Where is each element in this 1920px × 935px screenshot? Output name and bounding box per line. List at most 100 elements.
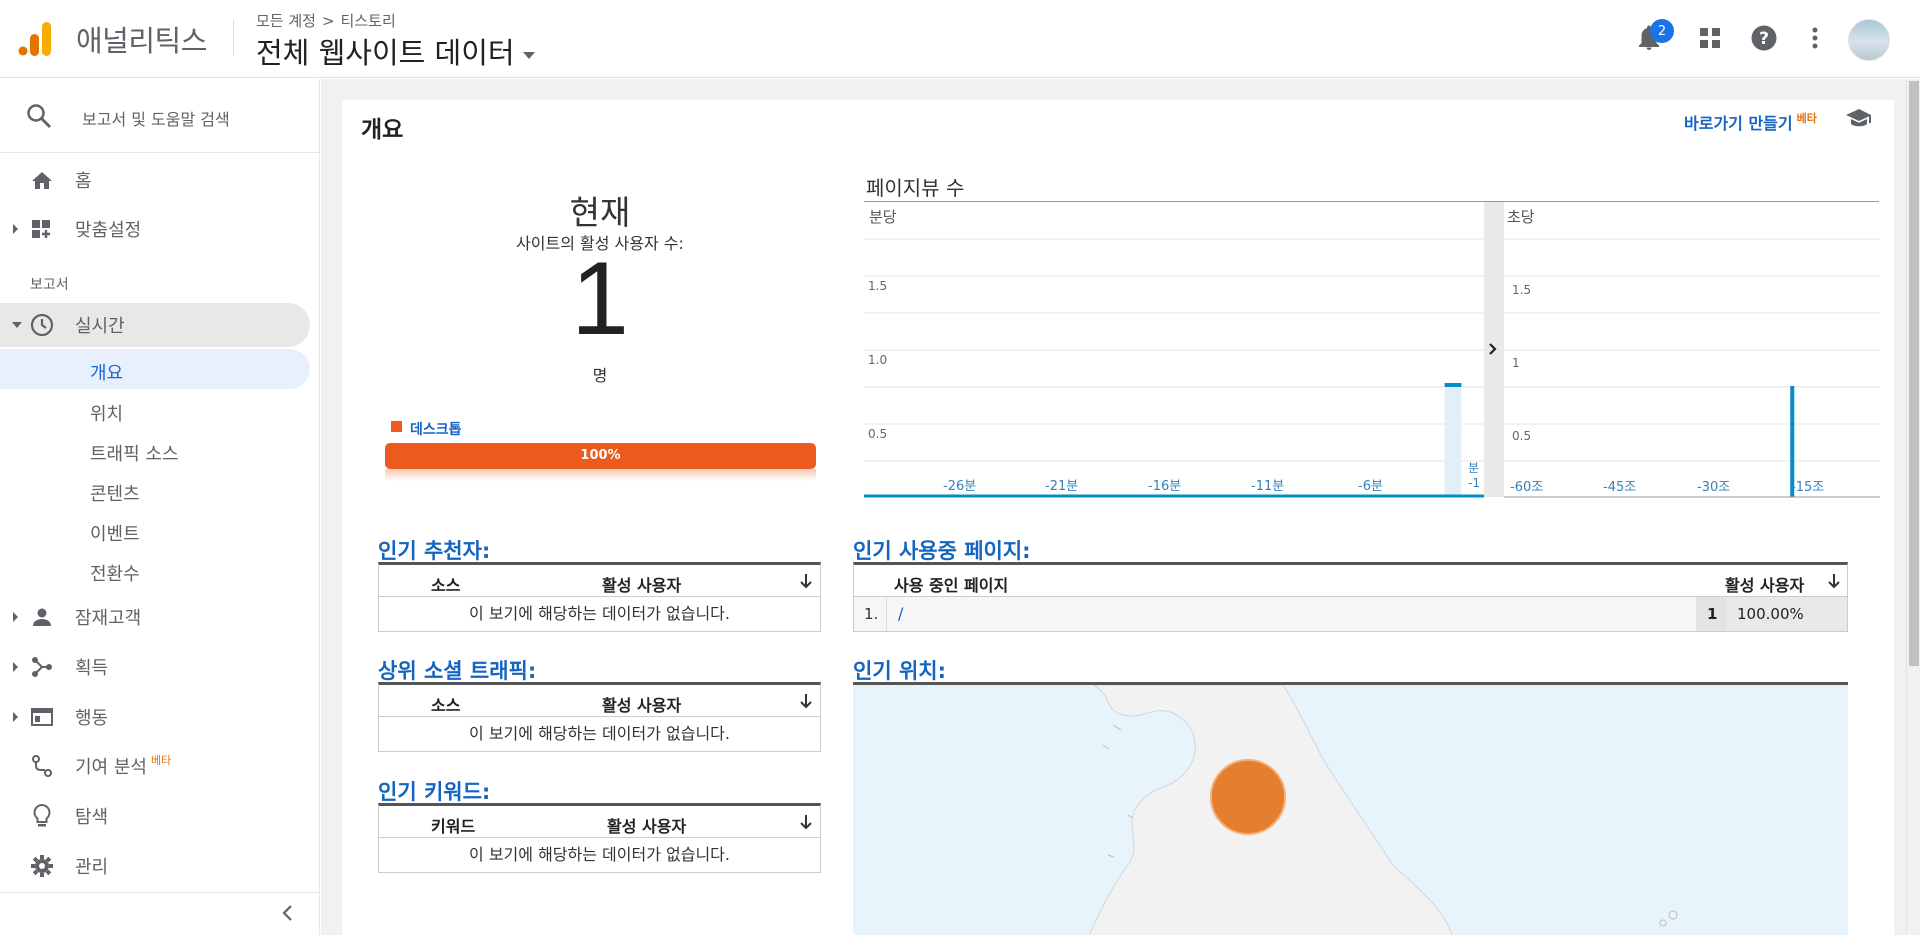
reports-section-label: 보고서 — [30, 277, 69, 293]
minute-xtick-last: -1 — [1468, 476, 1480, 490]
sort-desc-icon[interactable] — [799, 573, 813, 589]
subitem-label: 전환수 — [90, 564, 140, 585]
second-ytick: 1.5 — [1512, 283, 1532, 297]
analytics-logo-icon[interactable] — [18, 20, 52, 58]
top-locations-title: 인기 위치: — [853, 659, 946, 683]
sidebar-subitem-content[interactable]: 콘텐츠 — [0, 470, 310, 510]
column-header-active-users[interactable]: 활성 사용자 — [607, 813, 686, 837]
page-scrollbar[interactable] — [1906, 79, 1920, 935]
desktop-legend-label: 데스크톱 — [410, 422, 462, 438]
sidebar-item-home[interactable]: 홈 — [0, 158, 310, 202]
row-active-users: 1 — [1707, 605, 1718, 623]
keywords-table: 키워드 활성 사용자 이 보기에 해당하는 데이터가 없습니다. — [378, 803, 821, 873]
subitem-label: 콘텐츠 — [90, 484, 140, 505]
sidebar-item-label: 홈 — [75, 171, 92, 192]
top-referrers-title: 인기 추천자: — [378, 539, 491, 563]
column-header-active-users[interactable]: 활성 사용자 — [1725, 572, 1804, 596]
column-header-active-users[interactable]: 활성 사용자 — [602, 692, 681, 716]
active-pages-table: 사용 중인 페이지 활성 사용자 1. / 1 100.00% — [853, 562, 1848, 632]
top-social-title: 상위 소셜 트래픽: — [378, 659, 537, 683]
sidebar-divider — [0, 892, 320, 893]
svg-text:?: ? — [1759, 29, 1769, 49]
location-bubble[interactable] — [1210, 759, 1286, 835]
sidebar-item-audience[interactable]: 잠재고객 — [0, 595, 310, 639]
sidebar-subitem-locations[interactable]: 위치 — [0, 390, 310, 430]
scrollbar-thumb[interactable] — [1909, 81, 1919, 666]
expand-arrow-icon — [13, 662, 18, 672]
home-icon — [30, 168, 54, 192]
account-avatar[interactable] — [1848, 19, 1890, 61]
minute-bar-highlight — [1444, 385, 1462, 496]
row-percent: 100.00% — [1737, 605, 1804, 623]
sort-desc-icon[interactable] — [1827, 573, 1841, 589]
subitem-label: 이벤트 — [90, 524, 140, 545]
per-minute-label: 분당 — [869, 208, 897, 226]
person-icon — [30, 605, 54, 629]
desktop-legend-swatch — [391, 421, 402, 432]
breadcrumb-account: 모든 계정 — [256, 12, 316, 30]
second-xtick: -45조 — [1603, 480, 1637, 495]
sidebar-item-label: 관리 — [75, 857, 109, 878]
more-options-button[interactable] — [1799, 22, 1831, 54]
subitem-label: 개요 — [90, 363, 124, 384]
page-path-link[interactable]: / — [898, 604, 903, 623]
acquisition-icon — [30, 655, 54, 679]
column-header-source[interactable]: 소스 — [431, 692, 460, 716]
table-header: 사용 중인 페이지 활성 사용자 — [854, 565, 1847, 597]
view-selector[interactable]: 전체 웹사이트 데이터 — [256, 30, 535, 72]
column-header-source[interactable]: 소스 — [431, 572, 460, 596]
table-row[interactable]: 1. / 1 100.00% — [854, 597, 1847, 631]
sidebar-subitem-overview[interactable]: 개요 — [0, 349, 310, 389]
active-users-unit: 명 — [592, 366, 608, 385]
sidebar-item-attribution[interactable]: 기여 분석 베타 — [0, 744, 310, 788]
report-search[interactable]: 보고서 및 도움말 검색 — [0, 79, 320, 153]
sidebar-item-realtime[interactable]: 실시간 — [0, 303, 310, 347]
second-ytick: 1 — [1512, 356, 1520, 370]
graduation-cap-icon[interactable] — [1845, 107, 1873, 129]
behavior-window-icon — [30, 705, 54, 729]
brand-name[interactable]: 애널리틱스 — [76, 18, 207, 60]
location-map[interactable] — [853, 682, 1848, 935]
top-keywords-title: 인기 키워드: — [378, 780, 491, 804]
sort-desc-icon[interactable] — [799, 693, 813, 709]
sidebar-item-behavior[interactable]: 행동 — [0, 695, 310, 739]
sidebar-item-label: 실시간 — [75, 316, 125, 337]
pageviews-charts — [864, 202, 1880, 498]
sidebar-item-admin[interactable]: 관리 — [0, 844, 310, 888]
korea-map — [1088, 685, 1678, 935]
clock-icon — [30, 313, 54, 337]
table-header: 소스 활성 사용자 — [379, 685, 820, 717]
create-shortcut-link[interactable]: 바로가기 만들기 베타 — [1684, 110, 1817, 134]
sidebar-subitem-traffic-sources[interactable]: 트래픽 소스 — [0, 430, 310, 470]
search-icon — [27, 104, 51, 128]
column-header-keyword[interactable]: 키워드 — [431, 813, 475, 837]
table-header: 키워드 활성 사용자 — [379, 806, 820, 838]
beta-badge: 베타 — [150, 754, 172, 767]
minute-xtick: -6분 — [1358, 479, 1383, 494]
breadcrumb[interactable]: 모든 계정 > 티스토리 — [256, 10, 396, 31]
attribution-label: 기여 분석 — [75, 757, 147, 778]
empty-message: 이 보기에 해당하는 데이터가 없습니다. — [469, 845, 730, 864]
search-placeholder: 보고서 및 도움말 검색 — [82, 110, 230, 129]
sort-desc-icon[interactable] — [799, 814, 813, 830]
sidebar-subitem-conversions[interactable]: 전환수 — [0, 550, 310, 590]
help-button[interactable]: ? — [1748, 22, 1780, 54]
collapse-arrow-icon — [12, 322, 22, 328]
device-share-bar[interactable]: 100% — [385, 443, 816, 469]
second-xtick: -30조 — [1697, 480, 1731, 495]
sidebar-item-label: 잠재고객 — [75, 608, 142, 629]
apps-button[interactable] — [1694, 22, 1726, 54]
row-divider — [886, 597, 887, 631]
attribution-icon — [30, 754, 54, 778]
sidebar-item-customization[interactable]: 맞춤설정 — [0, 207, 310, 251]
sidebar-item-acquisition[interactable]: 획득 — [0, 645, 310, 689]
minute-xtick: -16분 — [1148, 479, 1182, 494]
column-header-active-page[interactable]: 사용 중인 페이지 — [894, 572, 1008, 596]
chevron-left-icon[interactable] — [280, 904, 294, 922]
minute-xtick: -26분 — [943, 479, 977, 494]
sidebar-item-label: 획득 — [75, 658, 109, 679]
column-header-active-users[interactable]: 활성 사용자 — [602, 572, 681, 596]
sidebar-subitem-events[interactable]: 이벤트 — [0, 510, 310, 550]
sidebar-item-discover[interactable]: 탐색 — [0, 794, 310, 838]
minute-bar[interactable] — [1444, 383, 1462, 387]
